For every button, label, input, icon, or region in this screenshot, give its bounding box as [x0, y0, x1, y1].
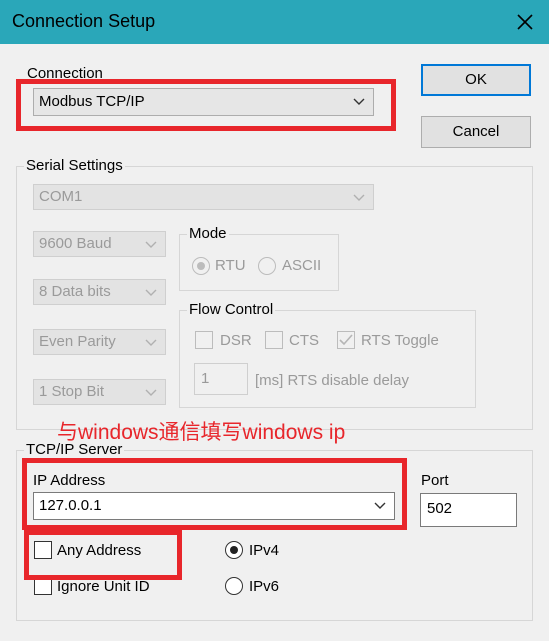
ipv6-radio[interactable] — [225, 577, 243, 595]
serial-settings-label: Serial Settings — [24, 157, 125, 174]
com-port-value: COM1 — [39, 188, 83, 205]
ascii-label: ASCII — [282, 257, 322, 274]
chevron-down-icon — [145, 389, 157, 396]
ipv4-radio[interactable] — [225, 541, 243, 559]
ignore-unit-id-label: Ignore Unit ID — [57, 578, 150, 595]
check-icon — [339, 334, 353, 346]
rts-delay-input[interactable]: 1 — [194, 363, 248, 395]
window-title: Connection Setup — [12, 11, 156, 31]
chevron-down-icon — [145, 241, 157, 248]
rts-toggle-checkbox[interactable] — [337, 331, 355, 349]
cancel-button[interactable]: Cancel — [421, 116, 531, 148]
dsr-label: DSR — [220, 332, 252, 349]
baud-value: 9600 Baud — [39, 235, 112, 252]
cts-checkbox[interactable] — [265, 331, 283, 349]
chevron-down-icon — [353, 194, 365, 201]
com-port-select[interactable]: COM1 — [33, 184, 374, 210]
rtu-radio[interactable] — [192, 257, 210, 275]
chevron-down-icon — [145, 289, 157, 296]
parity-value: Even Parity — [39, 333, 116, 350]
ipv6-label: IPv6 — [249, 578, 280, 595]
port-input[interactable]: 502 — [420, 493, 517, 527]
stop-bits-select[interactable]: 1 Stop Bit — [33, 379, 166, 405]
title-bar: Connection Setup — [0, 0, 549, 44]
baud-select[interactable]: 9600 Baud — [33, 231, 166, 257]
chevron-down-icon — [145, 339, 157, 346]
ok-button[interactable]: OK — [421, 64, 531, 96]
highlight-any-address — [24, 530, 182, 580]
highlight-connection — [16, 79, 396, 131]
ipv4-label: IPv4 — [249, 542, 280, 559]
parity-select[interactable]: Even Parity — [33, 329, 166, 355]
connection-setup-dialog: Connection Setup Connection Modbus TCP/I… — [0, 0, 549, 641]
port-label: Port — [421, 472, 449, 489]
cts-label: CTS — [289, 332, 319, 349]
data-bits-select[interactable]: 8 Data bits — [33, 279, 166, 305]
rts-delay-label: [ms] RTS disable delay — [255, 372, 409, 389]
highlight-ip-address — [22, 458, 407, 530]
close-icon[interactable] — [507, 4, 543, 40]
ascii-radio[interactable] — [258, 257, 276, 275]
rts-toggle-label: RTS Toggle — [361, 332, 439, 349]
data-bits-value: 8 Data bits — [39, 283, 111, 300]
rtu-label: RTU — [215, 257, 246, 274]
flow-control-label: Flow Control — [187, 301, 276, 318]
mode-label: Mode — [187, 225, 229, 242]
tcp-ip-server-label: TCP/IP Server — [24, 441, 125, 458]
dsr-checkbox[interactable] — [195, 331, 213, 349]
stop-bits-value: 1 Stop Bit — [39, 383, 105, 400]
